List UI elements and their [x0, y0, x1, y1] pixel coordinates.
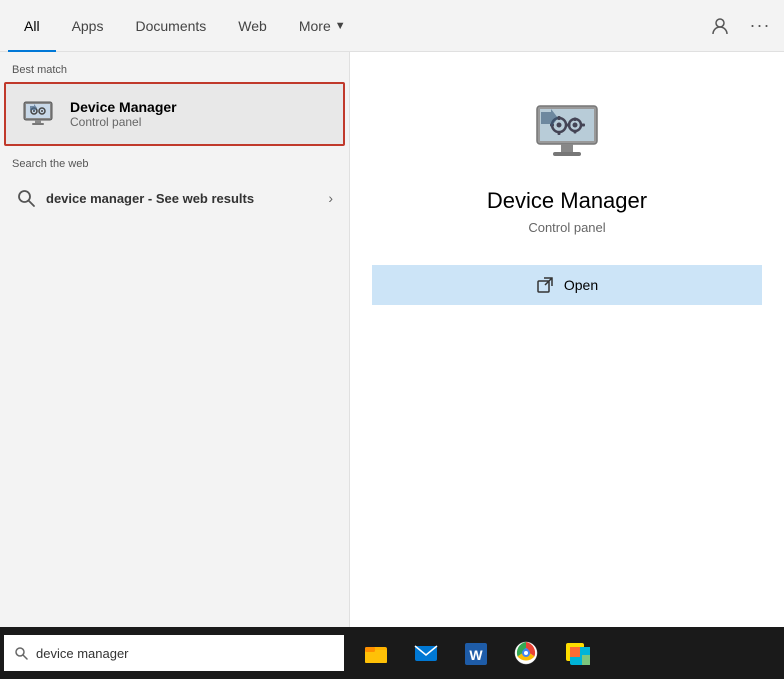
app-large-title: Device Manager: [487, 188, 647, 214]
left-panel: Best match: [0, 52, 350, 627]
best-match-title: Device Manager: [70, 99, 177, 115]
more-options-button[interactable]: ···: [744, 10, 776, 42]
taskbar-word[interactable]: W: [452, 627, 500, 679]
person-icon: [711, 17, 729, 35]
ellipsis-icon: ···: [750, 15, 771, 36]
app-large-subtitle: Control panel: [528, 220, 605, 235]
web-search-text: device manager - See web results: [46, 191, 328, 206]
taskbar-file-explorer[interactable]: [352, 627, 400, 679]
web-section-label: Search the web: [0, 146, 349, 176]
device-manager-small-icon: [20, 96, 56, 132]
taskbar: device manager W: [0, 627, 784, 679]
sticky-notes-icon: [562, 639, 590, 667]
person-icon-button[interactable]: [704, 10, 736, 42]
file-explorer-icon: [362, 639, 390, 667]
device-manager-icon: [18, 94, 58, 134]
main-layout: Best match: [0, 52, 784, 627]
tab-all[interactable]: All: [8, 0, 56, 52]
web-search-item[interactable]: device manager - See web results ›: [4, 178, 345, 218]
best-match-text: Device Manager Control panel: [70, 99, 177, 129]
taskbar-chrome[interactable]: [502, 627, 550, 679]
right-panel: Device Manager Control panel Open: [350, 52, 784, 627]
best-match-label: Best match: [0, 52, 349, 82]
tab-more[interactable]: More ▼: [283, 0, 362, 52]
taskbar-search-bar[interactable]: device manager: [4, 635, 344, 671]
taskbar-search-icon: [14, 646, 28, 660]
nav-icon-area: ···: [704, 10, 776, 42]
best-match-subtitle: Control panel: [70, 115, 177, 129]
app-large-icon-container: [527, 92, 607, 172]
taskbar-search-text: device manager: [36, 646, 129, 661]
top-nav: All Apps Documents Web More ▼ ···: [0, 0, 784, 52]
mail-icon: [412, 639, 440, 667]
open-icon: [536, 276, 554, 294]
tab-apps[interactable]: Apps: [56, 0, 120, 52]
word-icon: W: [462, 639, 490, 667]
svg-text:W: W: [469, 647, 483, 663]
taskbar-mail[interactable]: [402, 627, 450, 679]
device-manager-large-icon: [531, 96, 603, 168]
tab-documents[interactable]: Documents: [119, 0, 222, 52]
chevron-right-icon: ›: [328, 190, 333, 206]
chrome-icon: [512, 639, 540, 667]
more-dropdown-arrow: ▼: [335, 20, 346, 32]
open-button[interactable]: Open: [372, 265, 762, 305]
tab-web[interactable]: Web: [222, 0, 283, 52]
taskbar-sticky-notes[interactable]: [552, 627, 600, 679]
taskbar-pinned-icons: W: [352, 627, 600, 679]
search-icon: [16, 188, 36, 208]
best-match-device-manager[interactable]: Device Manager Control panel: [4, 82, 345, 146]
